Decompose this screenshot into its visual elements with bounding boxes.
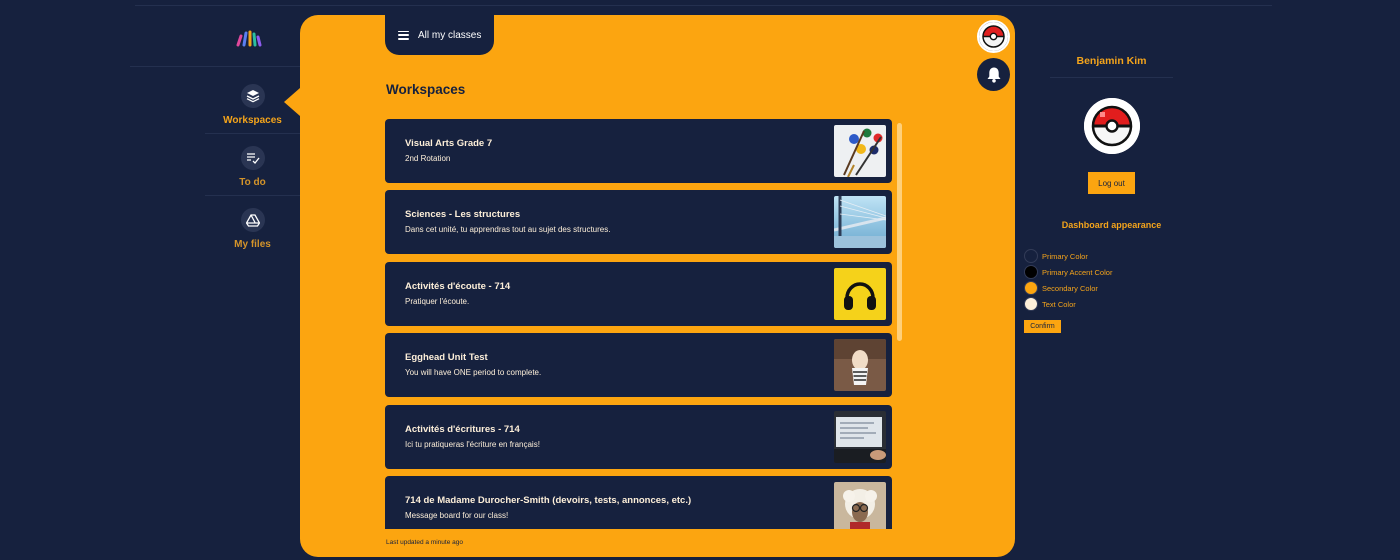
logo-divider [130,66,300,67]
workspace-title: Activités d'écritures - 714 [405,424,520,435]
user-name: Benjamin Kim [1076,55,1147,67]
workspace-title: Sciences - Les structures [405,209,521,220]
last-updated-text: Last updated a minute ago [386,539,463,546]
pokeball-avatar-icon [979,22,1008,51]
user-divider [1050,77,1173,78]
workspace-title: Activités d'écoute - 714 [405,281,511,292]
workspace-thumbnail [834,482,886,529]
workspace-list[interactable]: Visual Arts Grade 7 2nd Rotation Science… [385,119,893,529]
main-panel: All my classes Workspaces Visual Arts Gr… [300,15,1015,557]
color-option-secondary[interactable]: Secondary Color [1024,281,1098,295]
color-option-primary-accent[interactable]: Primary Accent Color [1024,265,1112,279]
sidebar-item-my-files[interactable]: My files [205,208,300,270]
sidebar-divider [205,195,300,196]
workspace-card[interactable]: Visual Arts Grade 7 2nd Rotation [385,119,892,183]
workspace-description: You will have ONE period to complete. [405,368,542,377]
drive-icon [240,208,265,232]
notifications-button[interactable] [977,58,1010,91]
workspace-card[interactable]: Sciences - Les structures Dans cet unité… [385,190,892,254]
workspace-card[interactable]: Egghead Unit Test You will have ONE peri… [385,333,892,397]
sidebar-item-label: To do [239,177,266,188]
color-swatch[interactable] [1024,265,1038,279]
workspace-card[interactable]: 714 de Madame Durocher-Smith (devoirs, t… [385,476,892,529]
color-option-text[interactable]: Text Color [1024,297,1076,311]
color-option-label: Primary Color [1042,251,1088,261]
sidebar-item-label: Workspaces [223,115,282,126]
workspace-description: 2nd Rotation [405,154,451,163]
workspace-title: Visual Arts Grade 7 [405,138,493,149]
workspace-thumbnail [834,196,886,248]
workspace-title: Egghead Unit Test [405,352,488,363]
color-option-label: Text Color [1042,299,1076,309]
sidebar-divider [205,133,300,134]
workspace-card[interactable]: Activités d'écritures - 714 Ici tu prati… [385,405,892,469]
color-swatch[interactable] [1024,281,1038,295]
sidebar-item-todo[interactable]: To do [205,146,300,208]
workspace-description: Dans cet unité, tu apprendras tout au su… [405,225,611,234]
workspace-description: Ici tu pratiqueras l'écriture en françai… [405,440,540,449]
workspace-thumbnail [834,411,886,463]
profile-avatar [1084,98,1140,154]
color-swatch[interactable] [1024,249,1038,263]
page-title: Workspaces [386,82,466,97]
workspace-thumbnail [834,125,886,177]
layers-icon [240,84,265,108]
color-option-primary[interactable]: Primary Color [1024,249,1088,263]
app-logo [236,30,262,47]
all-classes-label: All my classes [418,29,482,41]
active-nav-pointer [284,88,300,116]
workspace-thumbnail [834,339,886,391]
confirm-button[interactable]: Confirm [1024,320,1061,333]
workspace-card[interactable]: Activités d'écoute - 714 Pratiquer l'éco… [385,262,892,326]
menu-icon [398,30,409,40]
workspace-title: 714 de Madame Durocher-Smith (devoirs, t… [405,495,692,506]
top-divider [135,5,1272,6]
workspace-description: Pratiquer l'écoute. [405,297,470,306]
dashboard-appearance-title: Dashboard appearance [1061,220,1162,230]
sidebar-item-label: My files [234,239,271,250]
workspace-description: Message board for our class! [405,511,509,520]
list-scrollbar[interactable] [897,123,902,341]
all-classes-button[interactable]: All my classes [385,15,494,55]
pokeball-avatar-icon [1084,98,1140,154]
color-option-label: Secondary Color [1042,283,1098,293]
checklist-icon [240,146,265,170]
color-swatch[interactable] [1024,297,1038,311]
logout-button[interactable]: Log out [1088,172,1135,194]
workspace-thumbnail [834,268,886,320]
bell-icon [987,67,1000,83]
color-option-label: Primary Accent Color [1042,267,1113,277]
user-avatar-button[interactable] [977,20,1010,53]
